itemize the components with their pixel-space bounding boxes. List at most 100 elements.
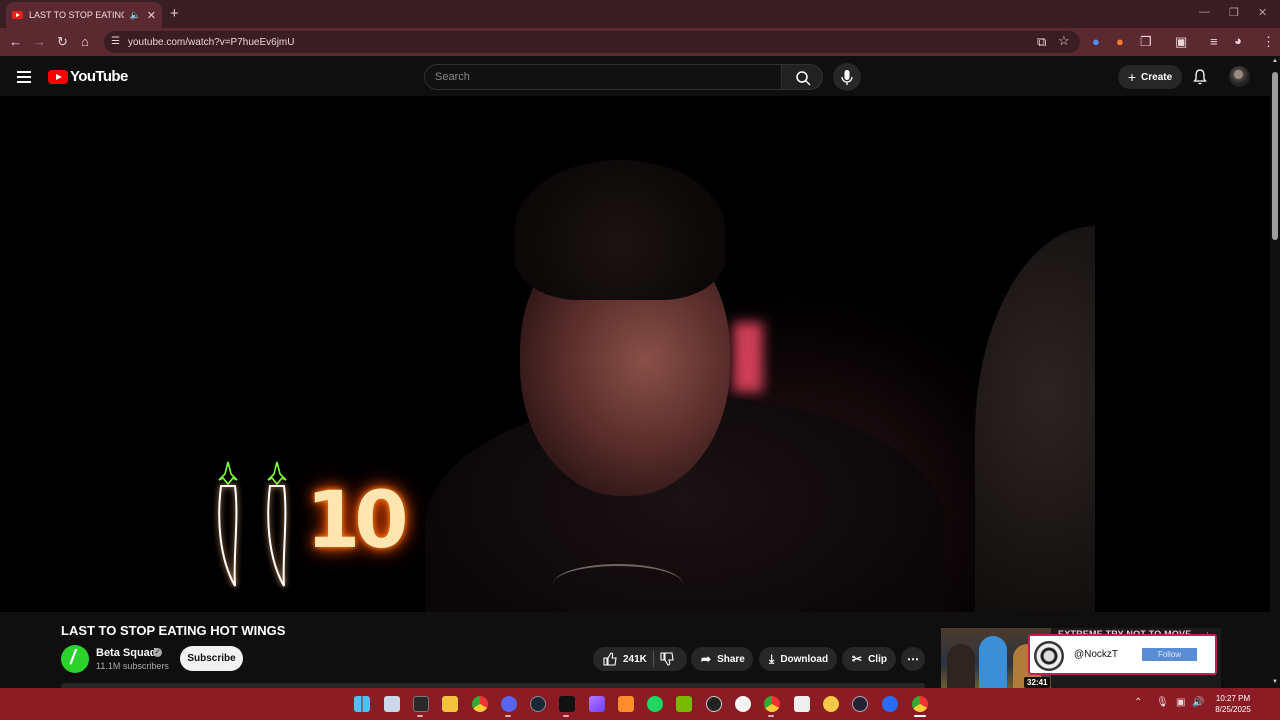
- emoji-app-icon[interactable]: [823, 696, 839, 712]
- running-indicator: [768, 715, 774, 717]
- close-tab-icon[interactable]: ✕: [147, 9, 156, 22]
- address-bar[interactable]: ☰ youtube.com/watch?v=P7hueEv6jmU: [104, 31, 1080, 53]
- youtube-logo-text[interactable]: YouTube: [70, 68, 128, 85]
- extension-blue-icon[interactable]: ●: [1092, 35, 1100, 49]
- tab-title: LAST TO STOP EATING HOT WINGS: [29, 10, 124, 20]
- running-indicator: [505, 715, 511, 717]
- scroll-down-arrow-icon[interactable]: ▼: [1272, 679, 1278, 685]
- extensions-icon[interactable]: ❐: [1140, 35, 1152, 49]
- follow-button[interactable]: Follow: [1142, 648, 1197, 661]
- create-label: Create: [1141, 71, 1173, 83]
- discord-icon[interactable]: [501, 696, 517, 712]
- steam-icon[interactable]: [530, 696, 546, 712]
- forward-icon[interactable]: →: [33, 35, 46, 49]
- home-icon[interactable]: ⌂: [81, 35, 89, 49]
- tray-overflow-icon[interactable]: ⌃: [1134, 697, 1142, 708]
- close-window-icon[interactable]: ✕: [1258, 6, 1267, 19]
- clip-button[interactable]: ✂ Clip: [842, 647, 896, 671]
- notifications-bell-icon[interactable]: [1192, 68, 1208, 86]
- app-dark-icon[interactable]: [559, 696, 575, 712]
- scroll-up-arrow-icon[interactable]: ▲: [1272, 58, 1278, 64]
- feather-app-icon[interactable]: [589, 696, 605, 712]
- back-icon[interactable]: ←: [9, 35, 22, 49]
- scrollbar-thumb[interactable]: [1272, 72, 1278, 240]
- media-controls-icon[interactable]: ≡: [1210, 35, 1218, 49]
- windows-taskbar: [0, 688, 1280, 720]
- active-indicator: [914, 715, 926, 717]
- thumbs-down-icon[interactable]: [660, 652, 674, 666]
- chili-pepper-icon: [267, 461, 287, 587]
- taskbar-clock[interactable]: 10:27 PM 8/25/2025: [1212, 693, 1254, 715]
- nvidia-icon[interactable]: [676, 696, 692, 712]
- app-disc-icon[interactable]: [852, 696, 868, 712]
- search-input[interactable]: Search: [424, 64, 782, 90]
- search-icon: [796, 71, 811, 86]
- youtube-favicon-icon: [12, 11, 23, 19]
- heat-level-overlay: 10: [306, 476, 409, 566]
- windows-start-icon[interactable]: [354, 696, 370, 712]
- new-tab-button[interactable]: +: [170, 5, 179, 22]
- terminal-icon[interactable]: [413, 696, 429, 712]
- site-info-icon[interactable]: ☰: [111, 36, 120, 47]
- file-explorer-icon[interactable]: [442, 696, 458, 712]
- channel-name[interactable]: Beta Squad: [96, 647, 157, 659]
- guide-menu-icon[interactable]: [17, 71, 31, 86]
- microphone-icon: [841, 70, 853, 85]
- like-count[interactable]: 241K: [623, 654, 647, 665]
- youtube-logo-icon[interactable]: [48, 70, 68, 84]
- chrome-alt-icon[interactable]: [764, 696, 780, 712]
- subscribe-button[interactable]: Subscribe: [180, 646, 243, 671]
- widgets-icon[interactable]: [384, 696, 400, 712]
- video-title: LAST TO STOP EATING HOT WINGS: [61, 623, 286, 638]
- account-avatar[interactable]: [1229, 66, 1250, 87]
- more-horizontal-icon: ⋯: [907, 652, 919, 666]
- app-blue-icon[interactable]: [882, 696, 898, 712]
- browser-menu-icon[interactable]: ⋮: [1262, 35, 1275, 49]
- install-app-icon[interactable]: ⧉: [1037, 35, 1046, 49]
- reading-mode-icon[interactable]: ▣: [1175, 35, 1187, 49]
- profile-avatar-icon[interactable]: ◕: [1234, 34, 1242, 48]
- extension-orange-icon[interactable]: ●: [1116, 35, 1124, 49]
- chrome-icon[interactable]: [472, 696, 488, 712]
- share-button[interactable]: ➦ Share: [691, 647, 753, 671]
- browser-tab-bar: [0, 0, 1280, 28]
- thumbs-up-icon[interactable]: [603, 652, 617, 666]
- verified-check-icon: ✓: [153, 648, 162, 657]
- network-icon[interactable]: ▣: [1176, 697, 1185, 708]
- microphone-tray-icon[interactable]: 🎙: [1156, 697, 1169, 708]
- alert-app-icon[interactable]: [618, 696, 634, 712]
- like-divider: [652, 651, 654, 667]
- chili-pepper-icon: [218, 461, 238, 587]
- clock-date: 8/25/2025: [1215, 705, 1251, 714]
- popup-handle: @NockzT: [1074, 649, 1119, 660]
- voice-search-button[interactable]: [833, 63, 861, 91]
- speaker-icon[interactable]: 🔈: [130, 10, 141, 21]
- google-icon[interactable]: [735, 696, 751, 712]
- app-circle-icon[interactable]: [706, 696, 722, 712]
- download-label: Download: [780, 653, 829, 665]
- maximize-icon[interactable]: ❐: [1229, 6, 1239, 19]
- more-actions-button[interactable]: ⋯: [901, 647, 925, 671]
- browser-tab[interactable]: LAST TO STOP EATING HOT WINGS 🔈 ✕: [6, 2, 162, 28]
- running-indicator: [563, 715, 569, 717]
- reload-icon[interactable]: ↻: [57, 35, 68, 49]
- minimize-icon[interactable]: —: [1199, 6, 1210, 18]
- share-label: Share: [717, 653, 745, 665]
- spotify-icon[interactable]: [647, 696, 663, 712]
- video-shirt-print: [553, 564, 683, 604]
- video-frame: 10: [175, 96, 1095, 612]
- channel-avatar[interactable]: [61, 645, 89, 673]
- clock-time: 10:27 PM: [1215, 694, 1251, 703]
- bookmark-star-icon[interactable]: ☆: [1058, 34, 1070, 48]
- thumbnail-person: [979, 636, 1007, 688]
- plus-icon: +: [1127, 69, 1137, 85]
- search-button[interactable]: [781, 64, 823, 90]
- chrome-active-icon[interactable]: [912, 696, 928, 712]
- subscriber-count: 11.1M subscribers: [96, 661, 169, 671]
- create-button[interactable]: + Create: [1118, 65, 1182, 89]
- video-player[interactable]: 10: [0, 96, 1270, 612]
- notion-icon[interactable]: [794, 696, 810, 712]
- volume-icon[interactable]: 🔊: [1192, 697, 1204, 708]
- like-dislike-group: 241K: [593, 647, 687, 671]
- download-button[interactable]: ⤓ Download: [759, 647, 837, 671]
